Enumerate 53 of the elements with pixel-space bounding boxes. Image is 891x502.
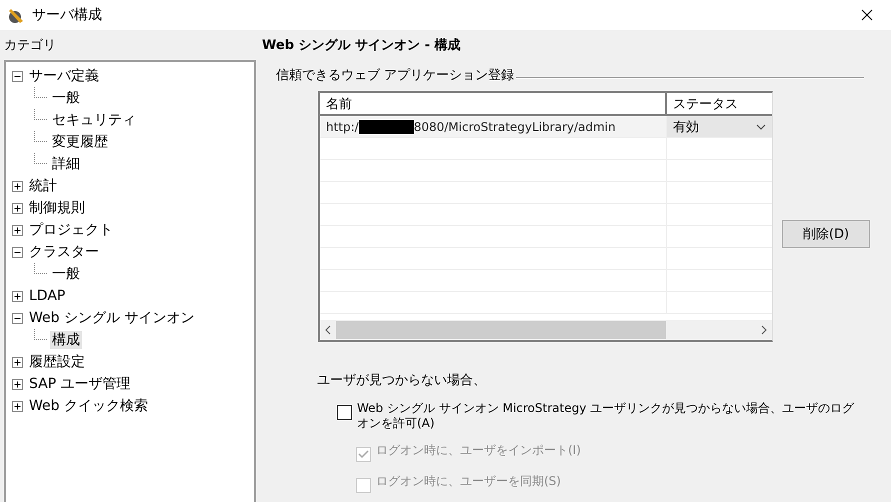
tree-item[interactable]: 一般: [50, 265, 82, 283]
expand-icon[interactable]: [12, 224, 23, 236]
tree-connector-icon: [34, 329, 48, 340]
chevron-down-icon: [756, 124, 766, 130]
tree-connector-icon: [34, 109, 48, 120]
close-icon[interactable]: [861, 9, 873, 21]
tree-item[interactable]: 制御規則: [27, 199, 87, 217]
url-text: http:/: [326, 120, 359, 134]
checkbox-label: ログオン時に、ユーザをインポート(I): [376, 443, 581, 458]
horizontal-scrollbar[interactable]: [320, 320, 772, 340]
tree-item[interactable]: クラスター: [27, 243, 101, 261]
tree-item[interactable]: 変更履歴: [50, 133, 110, 151]
checkbox[interactable]: [337, 405, 352, 420]
tree-item[interactable]: 構成: [50, 331, 82, 349]
checkbox-label: Web シングル サインオン MicroStrategy ユーザリンクが見つからない場合、ユーザのログオンを許可(A): [357, 401, 856, 431]
expand-icon[interactable]: [12, 400, 23, 412]
column-header[interactable]: ステータス: [667, 93, 770, 114]
delete-button[interactable]: 削除(D): [782, 220, 870, 248]
tree-item[interactable]: 履歴設定: [27, 353, 87, 371]
url-text: 8080/MicroStrategyLibrary/admin: [414, 120, 616, 134]
group-title: 信頼できるウェブ アプリケーション登録: [276, 67, 514, 84]
column-header[interactable]: 名前: [320, 93, 667, 114]
tree-item[interactable]: 一般: [50, 89, 82, 107]
tree-item[interactable]: Web クイック検索: [27, 397, 150, 415]
expand-icon[interactable]: [12, 202, 23, 214]
checkbox-label: ログオン時に、ユーザーを同期(S): [376, 474, 561, 489]
scroll-left-icon[interactable]: [324, 325, 332, 335]
tree-item[interactable]: プロジェクト: [27, 221, 115, 239]
tree-item[interactable]: SAP ユーザ管理: [27, 375, 133, 393]
tree-connector-icon: [34, 153, 48, 164]
tree-item[interactable]: セキュリティ: [50, 111, 138, 129]
tree-item[interactable]: Web シングル サインオン: [27, 309, 196, 327]
tree-connector-icon: [34, 87, 48, 98]
window-title: サーバ構成: [32, 6, 102, 24]
tree-connector-icon: [34, 131, 48, 142]
scroll-right-icon[interactable]: [760, 325, 768, 335]
tree-item[interactable]: LDAP: [27, 288, 68, 304]
category-label: カテゴリ: [4, 37, 57, 54]
collapse-icon[interactable]: [12, 246, 23, 258]
tree-item[interactable]: サーバ定義: [27, 67, 101, 85]
redaction-bar: [358, 120, 414, 134]
expand-icon[interactable]: [12, 378, 23, 390]
tree-item[interactable]: 統計: [27, 177, 59, 195]
expand-icon[interactable]: [12, 180, 23, 192]
section-label: ユーザが見つからない場合、: [317, 372, 487, 389]
tree-item[interactable]: 詳細: [50, 155, 82, 173]
status-dropdown[interactable]: 有効: [667, 116, 772, 137]
panel-title: Web シングル サインオン - 構成: [262, 37, 462, 54]
tree-connector-icon: [34, 263, 48, 274]
expand-icon[interactable]: [12, 290, 23, 302]
expand-icon[interactable]: [12, 356, 23, 368]
collapse-icon[interactable]: [12, 312, 23, 324]
collapse-icon[interactable]: [12, 70, 23, 82]
